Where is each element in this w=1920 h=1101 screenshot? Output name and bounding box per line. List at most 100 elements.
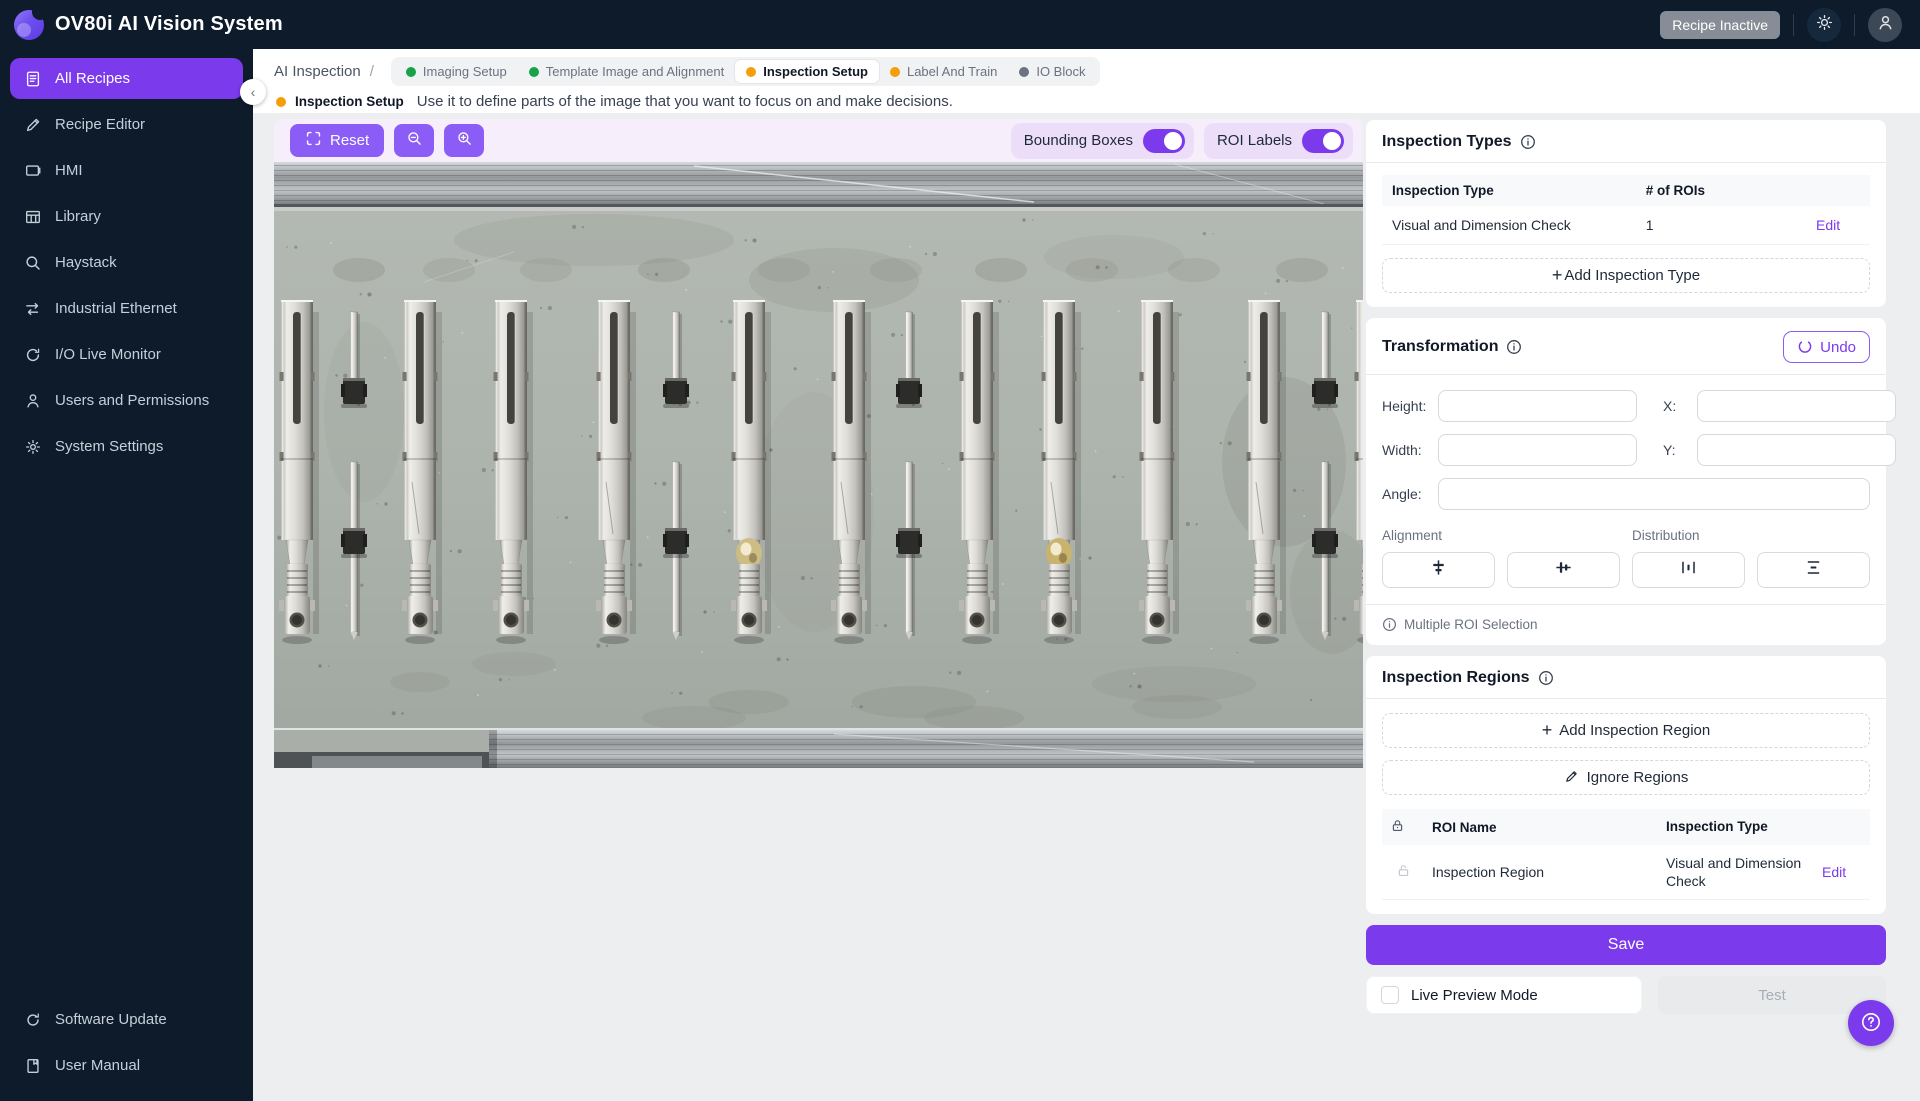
add-inspection-region-button[interactable]: + Add Inspection Region <box>1382 713 1870 748</box>
button-label: Add Inspection Region <box>1559 722 1710 739</box>
align-horizontal-center-icon <box>1429 558 1448 582</box>
zoom-in-button[interactable] <box>444 124 484 157</box>
current-step-title: Inspection Setup <box>295 94 404 109</box>
divider <box>1366 162 1886 163</box>
ignore-regions-button[interactable]: Ignore Regions <box>1382 760 1870 795</box>
step-inspection-setup[interactable]: Inspection Setup <box>735 60 879 83</box>
info-icon[interactable] <box>1520 134 1536 150</box>
sidebar-item-software-update[interactable]: Software Update <box>10 999 243 1040</box>
sidebar-item-users-and-permissions[interactable]: Users and Permissions <box>10 380 243 421</box>
column-header: Inspection Type <box>1658 809 1814 845</box>
divider <box>1366 698 1886 699</box>
sidebar-item-system-settings[interactable]: System Settings <box>10 426 243 467</box>
settings-panel: Inspection Types Inspection Type # of RO… <box>1366 120 1886 1014</box>
book-icon <box>23 1056 42 1075</box>
inspection-types-card: Inspection Types Inspection Type # of RO… <box>1366 120 1886 307</box>
step-status-dot <box>529 67 539 77</box>
theme-toggle-button[interactable] <box>1807 8 1841 42</box>
toggle-switch-on[interactable] <box>1143 129 1185 153</box>
help-button[interactable] <box>1848 1000 1894 1046</box>
height-input[interactable] <box>1438 390 1637 422</box>
live-preview-mode-toggle[interactable]: Live Preview Mode <box>1366 976 1642 1014</box>
reset-view-button[interactable]: Reset <box>290 124 384 157</box>
toggle-switch-on[interactable] <box>1302 129 1344 153</box>
recipe-status-badge: Recipe Inactive <box>1660 11 1780 39</box>
edit-roi-link[interactable]: Edit <box>1822 864 1846 880</box>
inspection-types-table: Inspection Type # of ROIs Visual and Dim… <box>1382 175 1870 245</box>
width-input[interactable] <box>1438 434 1637 466</box>
viewer-toolbar: Reset Bounding Boxes ROI <box>274 119 1363 162</box>
y-input[interactable] <box>1697 434 1896 466</box>
info-icon[interactable] <box>1506 339 1522 355</box>
step-label: Inspection Setup <box>763 64 868 79</box>
inspection-regions-card: Inspection Regions + Add Inspection Regi… <box>1366 656 1886 914</box>
chevron-left-icon: ‹ <box>251 84 256 100</box>
app-title: OV80i AI Vision System <box>55 13 283 36</box>
sidebar-item-label: HMI <box>55 162 83 179</box>
width-label: Width: <box>1382 442 1438 458</box>
step-status-dot <box>1019 67 1029 77</box>
zoom-out-button[interactable] <box>394 124 434 157</box>
lock-icon <box>1390 821 1405 836</box>
align-horizontal-center-button[interactable] <box>1382 552 1495 588</box>
align-vertical-center-icon <box>1554 558 1573 582</box>
step-status-dot <box>746 67 756 77</box>
save-button[interactable]: Save <box>1366 925 1886 965</box>
unlock-icon[interactable] <box>1396 865 1411 881</box>
sidebar-item-all-recipes[interactable]: All Recipes <box>10 58 243 99</box>
button-label: Add Inspection Type <box>1564 267 1700 284</box>
current-step-description: Use it to define parts of the image that… <box>417 93 953 110</box>
sidebar-item-haystack[interactable]: Haystack <box>10 242 243 283</box>
roi-labels-toggle[interactable]: ROI Labels <box>1204 123 1353 159</box>
sidebar-collapse-button[interactable]: ‹ <box>240 79 266 105</box>
recipes-icon <box>23 69 42 88</box>
step-imaging-setup[interactable]: Imaging Setup <box>395 60 518 83</box>
align-vertical-center-button[interactable] <box>1507 552 1620 588</box>
distribute-horizontal-button[interactable] <box>1632 552 1745 588</box>
sidebar: All Recipes Recipe Editor HMI Library Ha… <box>0 49 253 1101</box>
help-icon <box>1858 1009 1884 1038</box>
undo-label: Undo <box>1820 339 1856 356</box>
sidebar-item-label: Users and Permissions <box>55 392 209 409</box>
info-icon[interactable] <box>1538 670 1554 686</box>
live-preview-checkbox[interactable] <box>1381 986 1399 1004</box>
step-label: Imaging Setup <box>423 64 507 79</box>
step-label: IO Block <box>1036 64 1085 79</box>
sidebar-item-user-manual[interactable]: User Manual <box>10 1045 243 1086</box>
height-label: Height: <box>1382 398 1438 414</box>
plus-icon: + <box>1542 720 1553 741</box>
inspection-image[interactable] <box>274 162 1363 768</box>
note-label: Multiple ROI Selection <box>1404 617 1538 632</box>
x-label: X: <box>1663 398 1685 414</box>
sidebar-item-industrial-ethernet[interactable]: Industrial Ethernet <box>10 288 243 329</box>
bounding-boxes-toggle[interactable]: Bounding Boxes <box>1011 123 1194 159</box>
roi-table: ROI Name Inspection Type Inspection Regi… <box>1382 809 1870 900</box>
main-content: ‹ AI Inspection / Imaging Setup Template… <box>253 49 1920 1101</box>
edit-inspection-type-link[interactable]: Edit <box>1816 217 1840 233</box>
inspection-type-cell: Visual and Dimension Check <box>1382 206 1636 245</box>
angle-input[interactable] <box>1438 478 1870 510</box>
undo-button[interactable]: Undo <box>1783 331 1870 363</box>
sidebar-item-io-live-monitor[interactable]: I/O Live Monitor <box>10 334 243 375</box>
sidebar-item-label: Library <box>55 208 101 225</box>
divider <box>1793 14 1794 36</box>
step-template-image-and-alignment[interactable]: Template Image and Alignment <box>518 60 736 83</box>
person-icon <box>1876 13 1895 37</box>
sidebar-item-recipe-editor[interactable]: Recipe Editor <box>10 104 243 145</box>
sidebar-item-label: All Recipes <box>55 70 130 87</box>
distribute-vertical-button[interactable] <box>1757 552 1870 588</box>
user-avatar[interactable] <box>1868 8 1902 42</box>
ethernet-arrows-icon <box>23 299 42 318</box>
sidebar-item-label: I/O Live Monitor <box>55 346 161 363</box>
sidebar-item-library[interactable]: Library <box>10 196 243 237</box>
add-inspection-type-button[interactable]: +Add Inspection Type <box>1382 258 1870 293</box>
step-status-dot <box>890 67 900 77</box>
step-label-and-train[interactable]: Label And Train <box>879 60 1008 83</box>
x-input[interactable] <box>1697 390 1896 422</box>
undo-icon <box>1797 337 1813 357</box>
step-io-block[interactable]: IO Block <box>1008 60 1096 83</box>
angle-label: Angle: <box>1382 486 1438 502</box>
breadcrumb[interactable]: AI Inspection <box>274 63 361 80</box>
sidebar-item-hmi[interactable]: HMI <box>10 150 243 191</box>
current-step-dot <box>276 97 286 107</box>
